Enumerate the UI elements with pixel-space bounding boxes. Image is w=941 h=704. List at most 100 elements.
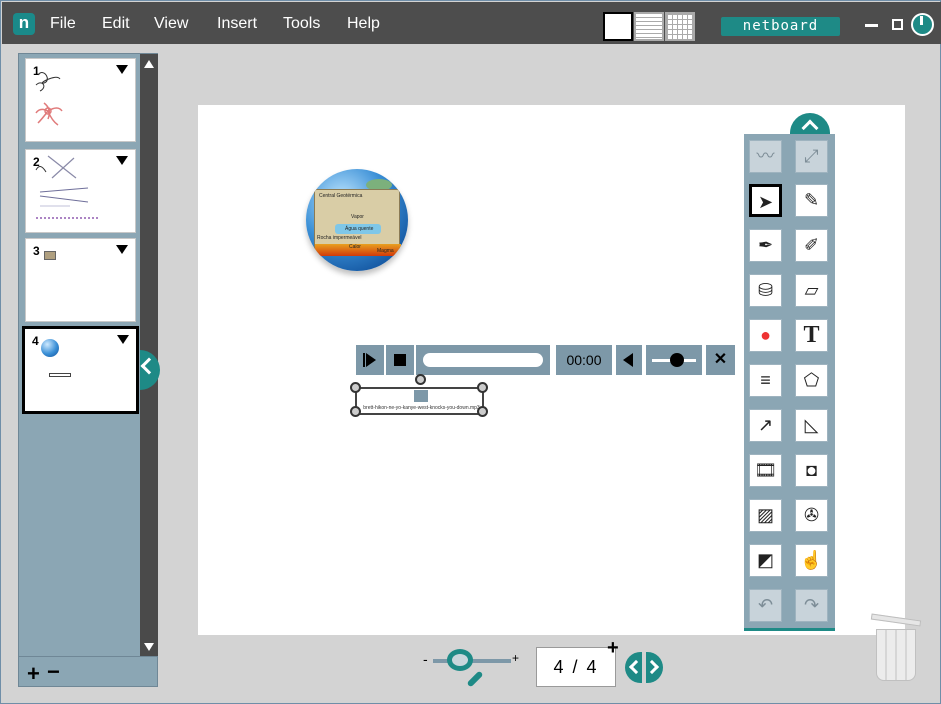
progress-track[interactable] [423,353,543,367]
media-player: 00:00 ✕ [356,345,735,375]
play-button[interactable] [356,345,384,375]
gesture-icon[interactable]: ☝ [795,544,828,577]
line-weight-icon[interactable]: ≡ [749,364,782,397]
pencil-icon[interactable]: ✎ [795,184,828,217]
trash-body [876,629,916,681]
chevron-right-icon [644,659,660,675]
chevron-left-icon [140,357,158,375]
marker-icon[interactable]: ✐ [795,229,828,262]
color-picker-icon[interactable]: ◩ [749,544,782,577]
toolbox-panel: 〰 ⤢ ➤ ✎ ✒ ✐ ⛁ ▱ ● T ≡ ⬠ ↗ ◺ 🎞 ◘ ▨ ✇ ◩ ☝ … [744,134,835,631]
grid-background-button[interactable] [665,12,695,41]
resize-handle[interactable] [350,406,361,417]
insert-image-icon[interactable]: ▨ [749,499,782,532]
text-tool-icon[interactable]: T [795,319,828,352]
insert-media-icon[interactable]: ✇ [795,499,828,532]
pointer-icon[interactable]: ➤ [749,184,782,217]
fill-bucket-icon[interactable]: ⛁ [749,274,782,307]
magnifier-handle [466,670,484,688]
image-icon [44,251,56,260]
menu-edit[interactable]: Edit [102,15,130,33]
volume-knob[interactable] [670,353,684,367]
diagram-label: Água quente [345,226,374,232]
next-page-button[interactable] [644,652,663,683]
thumbnail-preview [35,155,98,219]
minimize-icon[interactable] [865,24,878,27]
app-logo-icon: n [13,13,35,35]
diagram-label: Rocha impermeável [317,235,362,241]
audio-filename: brett-hikon-ne-yo-kanye-west-knocks-you-… [363,405,480,411]
power-icon[interactable] [911,13,934,36]
chevron-down-icon[interactable] [116,156,128,165]
progress-bar[interactable] [416,345,550,375]
lined-background-button[interactable] [634,12,664,41]
chevron-down-icon[interactable] [116,245,128,254]
speaker-icon[interactable] [616,345,642,375]
geothermal-diagram: Central Geotérmica Vapor Água quente Roc… [314,189,401,256]
chevron-left-icon [628,659,644,675]
sidebar-footer: + − [19,656,157,686]
geothermal-globe-image[interactable]: Central Geotérmica Vapor Água quente Roc… [306,169,408,271]
resize-handle[interactable] [477,406,488,417]
shapes-icon[interactable]: ⬠ [795,364,828,397]
audio-object[interactable]: brett-hikon-ne-yo-kanye-west-knocks-you-… [350,374,488,417]
background-style-group [603,12,696,41]
rotate-handle[interactable] [415,374,426,385]
resize-handle[interactable] [350,382,361,393]
screenshot-icon[interactable]: ◘ [795,454,828,487]
blank-background-button[interactable] [603,12,633,41]
page-number: 4 [32,334,39,348]
chevron-down-icon[interactable] [117,335,129,344]
page-thumbnail-1[interactable]: 1 [25,58,136,142]
menu-file[interactable]: File [50,15,76,33]
zoom-magnifier-icon[interactable] [447,649,484,688]
globe-icon [41,339,59,357]
scroll-up-icon[interactable] [144,60,154,68]
eraser-icon[interactable]: ▱ [795,274,828,307]
page-thumbnail-2[interactable]: 2 [25,149,136,233]
close-player-button[interactable]: ✕ [706,345,735,375]
undo-icon[interactable]: ↶ [749,589,782,622]
zoom-control: - + [423,645,523,688]
scroll-down-icon[interactable] [144,643,154,651]
audio-file-icon [414,390,428,402]
trash-icon[interactable] [869,613,923,683]
menu-tools[interactable]: Tools [283,15,320,33]
chart-icon[interactable]: 〰 [749,140,782,173]
zoom-in-button[interactable]: + [512,651,519,665]
audio-object-icon [49,373,71,377]
resize-handle[interactable] [477,382,488,393]
trash-lid [870,613,922,627]
time-display: 00:00 [556,345,612,375]
previous-page-button[interactable] [625,652,644,683]
diagram-label: Magma [377,248,394,254]
menu-insert[interactable]: Insert [217,15,257,33]
arrow-line-icon[interactable]: ↗ [749,409,782,442]
remove-page-button[interactable]: − [47,659,60,685]
thumbnail-preview [35,72,63,126]
page-indicator[interactable]: 4 / 4 [536,647,616,687]
geometry-icon[interactable]: ◺ [795,409,828,442]
app-window: n File Edit View Insert Tools Help netbo… [0,0,941,704]
brand-logo: netboard [721,17,840,36]
page-thumbnail-3[interactable]: 3 [25,238,136,322]
volume-slider[interactable] [646,345,702,375]
menu-view[interactable]: View [154,15,188,33]
color-palette-icon[interactable]: ● [749,319,782,352]
page-thumbnail-4[interactable]: 4 [22,326,139,414]
pen-star-icon[interactable]: ✒ [749,229,782,262]
maximize-icon[interactable] [892,19,903,30]
chevron-down-icon[interactable] [116,65,128,74]
record-video-icon[interactable]: 🎞 [749,454,782,487]
pages-sidebar: 1 2 3 4 + − [18,53,158,687]
menu-bar: n File Edit View Insert Tools Help netbo… [2,2,941,44]
stop-button[interactable] [386,345,414,375]
redo-icon[interactable]: ↷ [795,589,828,622]
fullscreen-icon[interactable]: ⤢ [795,140,828,173]
zoom-out-button[interactable]: - [423,651,428,667]
add-page-button[interactable]: + [27,661,40,687]
add-page-after-button[interactable]: + [607,637,619,660]
diagram-label: Central Geotérmica [319,193,363,199]
diagram-label: Calor [349,244,361,250]
menu-help[interactable]: Help [347,15,380,33]
